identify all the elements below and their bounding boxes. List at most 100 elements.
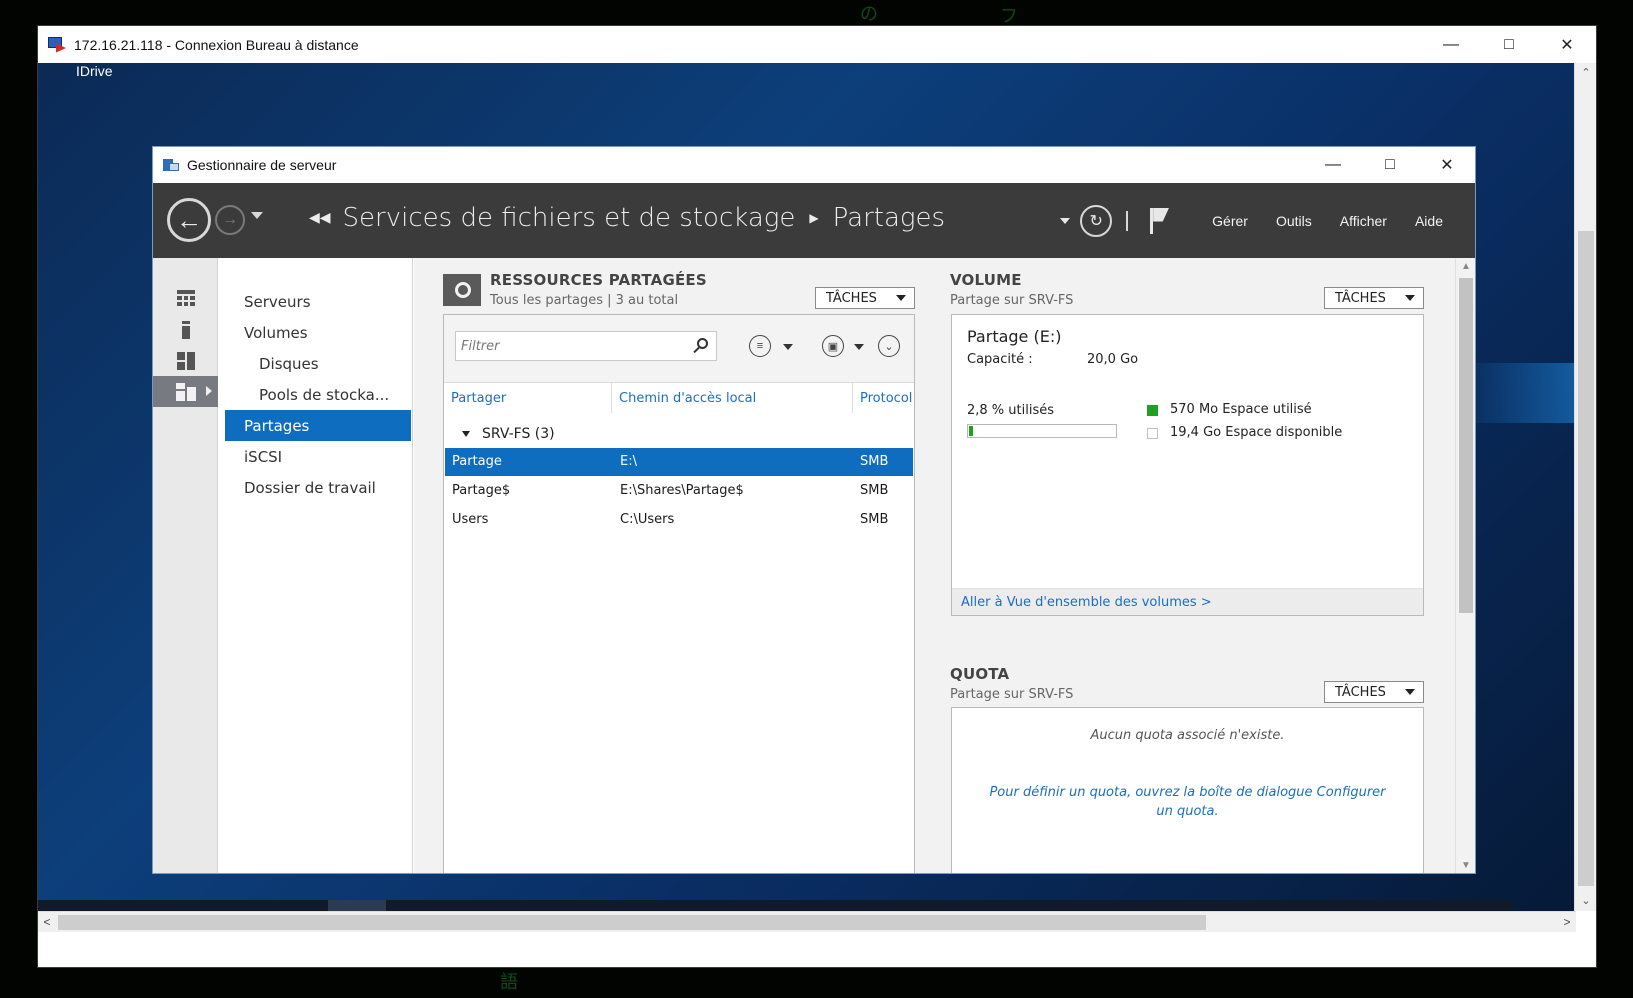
rdp-horizontal-scrollbar[interactable]: < > <box>38 911 1576 932</box>
volume-subtitle: Partage sur SRV-FS <box>950 293 1074 308</box>
scroll-right-icon[interactable]: > <box>1558 912 1576 933</box>
scroll-thumb[interactable] <box>1459 278 1473 613</box>
scroll-thumb[interactable] <box>58 915 1206 930</box>
dropdown-arrow-icon <box>896 295 906 301</box>
server-manager-icon <box>163 157 179 173</box>
dashboard-icon[interactable] <box>153 282 218 313</box>
scroll-thumb[interactable] <box>1578 231 1594 886</box>
filter-input[interactable]: Filtrer <box>455 331 717 361</box>
save-query-icon[interactable]: ▣ <box>822 335 844 357</box>
nav-item-shares[interactable]: Partages <box>225 410 411 441</box>
remote-desktop-icon <box>48 36 66 53</box>
group-label: SRV-FS (3) <box>482 426 555 442</box>
notifications-flag-icon[interactable] <box>1150 207 1170 234</box>
table-row[interactable]: Partage$ E:\Shares\Partage$ SMB <box>445 477 913 505</box>
rdp-close-button[interactable]: ✕ <box>1538 26 1596 63</box>
scroll-down-icon[interactable]: ⌄ <box>1575 891 1597 911</box>
column-header-protocol[interactable]: Protocol <box>853 383 916 413</box>
rdp-vertical-scrollbar[interactable]: ⌃ ⌄ <box>1574 63 1596 911</box>
cell-protocol: SMB <box>860 512 889 527</box>
dropdown-arrow-icon <box>1405 689 1415 695</box>
volumes-overview-link[interactable]: Aller à Vue d'ensemble des volumes > <box>961 595 1212 610</box>
file-explorer-icon[interactable] <box>270 900 328 911</box>
rdp-window: 172.16.21.118 - Connexion Bureau à dista… <box>37 25 1597 968</box>
shares-tasks-button[interactable]: TÂCHES <box>815 287 915 309</box>
search-icon[interactable] <box>96 900 154 911</box>
sm-maximize-button[interactable]: □ <box>1362 147 1418 183</box>
windows-start-icon[interactable] <box>38 900 96 911</box>
breadcrumb-chevron-icon[interactable]: ◀◀ <box>309 210 331 226</box>
cell-share: Partage$ <box>452 483 511 498</box>
column-header-path[interactable]: Chemin d'accès local <box>612 383 853 413</box>
volume-name: Partage (E:) <box>967 327 1062 346</box>
rdp-title: 172.16.21.118 - Connexion Bureau à dista… <box>74 36 359 53</box>
content-scrollbar[interactable]: ▲ ▼ <box>1455 258 1475 873</box>
forward-arrow-icon[interactable]: → <box>215 205 245 235</box>
dropdown-arrow-icon <box>1405 295 1415 301</box>
collapse-icon[interactable] <box>462 431 470 437</box>
all-servers-icon[interactable] <box>153 345 218 376</box>
menu-manage[interactable]: Gérer <box>1212 213 1248 229</box>
internet-explorer-icon[interactable] <box>212 900 270 911</box>
shares-panel: Filtrer ≡ ▣ ⌄ Partager Chemin d'accès lo… <box>443 314 916 873</box>
search-icon[interactable] <box>692 337 710 355</box>
column-header-share[interactable]: Partager <box>444 383 612 413</box>
server-manager-taskbar-icon[interactable] <box>328 900 386 911</box>
header-dropdown-icon[interactable] <box>1060 217 1071 224</box>
scroll-up-icon[interactable]: ⌃ <box>1575 63 1597 83</box>
nav-item-volumes[interactable]: Volumes <box>225 317 411 348</box>
menu-help[interactable]: Aide <box>1415 213 1443 229</box>
group-header[interactable]: SRV-FS (3) <box>444 421 555 447</box>
usage-bar-fill <box>969 426 974 436</box>
rdp-maximize-button[interactable]: □ <box>1480 26 1538 63</box>
nav-item-disks[interactable]: Disques <box>225 348 411 379</box>
rdp-minimize-button[interactable]: — <box>1422 26 1480 63</box>
filter-placeholder: Filtrer <box>461 338 500 354</box>
rdp-titlebar: 172.16.21.118 - Connexion Bureau à dista… <box>38 26 1596 63</box>
back-arrow-icon[interactable]: ← <box>167 198 211 242</box>
nav-item-storage-pools[interactable]: Pools de stocka... <box>225 379 411 410</box>
menu-view[interactable]: Afficher <box>1340 213 1387 229</box>
remote-desktop: IDrive Gestionnaire de serveur — □ ✕ ← →… <box>38 63 1576 911</box>
sm-header: ← → ◀◀ Services de fichiers et de stocka… <box>153 183 1475 258</box>
quota-subtitle: Partage sur SRV-FS <box>950 687 1074 702</box>
cell-path: E:\Shares\Partage$ <box>620 483 744 498</box>
file-storage-services-icon[interactable] <box>153 376 218 407</box>
scroll-up-icon[interactable]: ▲ <box>1456 258 1475 276</box>
expand-icon[interactable]: ⌄ <box>878 335 900 357</box>
local-server-icon[interactable] <box>153 314 218 345</box>
nav-item-work-folders[interactable]: Dossier de travail <box>225 472 411 503</box>
shares-icon <box>443 274 481 306</box>
free-legend-swatch <box>1147 428 1158 439</box>
quota-title: QUOTA <box>950 665 1010 683</box>
breadcrumb-root[interactable]: Services de fichiers et de stockage <box>343 203 796 233</box>
filter-bar: Filtrer ≡ ▣ ⌄ <box>444 315 914 383</box>
menu-tools[interactable]: Outils <box>1276 213 1312 229</box>
sm-close-button[interactable]: ✕ <box>1419 147 1475 183</box>
configure-quota-link[interactable]: Pour définir un quota, ouvrez la boîte d… <box>982 783 1393 821</box>
list-view-icon[interactable]: ≡ <box>749 335 771 357</box>
table-row[interactable]: Users C:\Users SMB <box>445 506 913 534</box>
breadcrumb-separator-icon: ▶ <box>809 211 819 225</box>
sm-minimize-button[interactable]: — <box>1305 147 1361 183</box>
desktop-shortcut-idrive[interactable]: IDrive <box>76 63 113 79</box>
table-row[interactable]: Partage E:\ SMB <box>445 448 913 476</box>
task-view-icon[interactable] <box>154 900 212 911</box>
list-view-dropdown-icon[interactable] <box>783 344 793 350</box>
volume-panel: Partage (E:) Capacité : 20,0 Go 2,8 % ut… <box>951 314 1424 616</box>
scroll-left-icon[interactable]: < <box>38 912 56 933</box>
save-query-dropdown-icon[interactable] <box>854 344 864 350</box>
capacity-label: Capacité : <box>967 352 1033 367</box>
used-legend: 570 Mo Espace utilisé <box>1170 402 1312 417</box>
tasks-label: TÂCHES <box>826 290 877 306</box>
refresh-icon[interactable]: ↻ <box>1080 204 1113 237</box>
nav-item-servers[interactable]: Serveurs <box>225 286 411 317</box>
capacity-value: 20,0 Go <box>1087 352 1139 367</box>
volume-tasks-button[interactable]: TÂCHES <box>1324 287 1424 309</box>
history-dropdown-icon[interactable] <box>251 212 263 219</box>
scroll-down-icon[interactable]: ▼ <box>1456 857 1475 873</box>
quota-panel: Aucun quota associé n'existe. Pour défin… <box>951 707 1424 873</box>
quota-tasks-button[interactable]: TÂCHES <box>1324 681 1424 703</box>
breadcrumb: ◀◀ Services de fichiers et de stockage ▶… <box>309 203 945 233</box>
nav-item-iscsi[interactable]: iSCSI <box>225 441 411 472</box>
